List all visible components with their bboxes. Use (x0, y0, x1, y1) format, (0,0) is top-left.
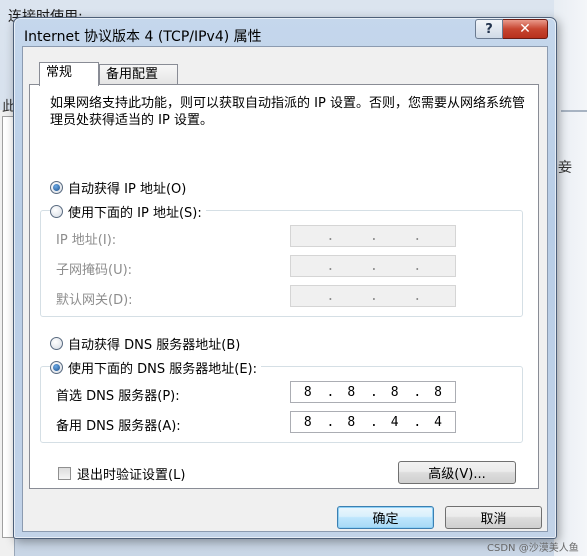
dialog-client: 常规 备用配置 如果网络支持此功能，则可以获取自动指派的 IP 设置。否则，您需… (22, 46, 548, 532)
background-right-divider (561, 110, 587, 112)
auto-ip-option[interactable]: 自动获得 IP 地址(O) (50, 178, 186, 197)
cancel-button[interactable]: 取消 (445, 506, 542, 529)
alternate-dns-seg-2: 8 (347, 414, 356, 430)
advanced-button[interactable]: 高级(V)... (398, 461, 516, 484)
general-tab-panel: 如果网络支持此功能，则可以获取自动指派的 IP 设置。否则，您需要从网络系统管理… (29, 84, 539, 489)
tab-alternate-config[interactable]: 备用配置 (99, 64, 178, 85)
background-right-text: 妾 (558, 160, 572, 176)
preferred-dns-seg-1: 8 (303, 384, 312, 400)
title-buttons: ? ✕ (475, 19, 548, 39)
manual-dns-option[interactable]: 使用下面的 DNS 服务器地址(E): (50, 358, 261, 377)
background-right-panel (554, 0, 587, 556)
ip-dot: . (369, 258, 378, 274)
alternate-dns-seg-1: 8 (303, 414, 312, 430)
help-button[interactable]: ? (475, 19, 503, 39)
help-icon: ? (485, 21, 493, 37)
ip-address-label: IP 地址(I): (56, 233, 117, 248)
manual-dns-label: 使用下面的 DNS 服务器地址(E): (68, 362, 257, 377)
auto-ip-radio[interactable] (50, 181, 63, 194)
alternate-dns-input[interactable]: 8. 8. 4. 4 (290, 411, 456, 433)
tab-alternate-config-label: 备用配置 (106, 67, 159, 82)
cancel-button-label: 取消 (480, 512, 507, 527)
watermark: CSDN @沙漠美人鱼 (487, 543, 579, 554)
ip-dot: . (369, 288, 378, 304)
ip-dot: . (413, 258, 422, 274)
default-gateway-label: 默认网关(D): (56, 293, 133, 308)
preferred-dns-seg-2: 8 (347, 384, 356, 400)
ip-dot: . (413, 228, 422, 244)
subnet-mask-input[interactable]: . . . (290, 255, 456, 277)
ip-dot: . (326, 384, 335, 400)
auto-dns-radio[interactable] (50, 337, 63, 350)
subnet-mask-label: 子网掩码(U): (56, 263, 133, 278)
validate-on-exit-option[interactable]: 退出时验证设置(L) (58, 464, 185, 483)
ip-dot: . (413, 414, 422, 430)
auto-dns-label: 自动获得 DNS 服务器地址(B) (68, 338, 241, 353)
ok-button-label: 确定 (372, 512, 399, 527)
ip-dot: . (326, 288, 335, 304)
manual-ip-label: 使用下面的 IP 地址(S): (68, 206, 202, 221)
ip-dot: . (369, 414, 378, 430)
manual-dns-radio[interactable] (50, 361, 63, 374)
manual-ip-option[interactable]: 使用下面的 IP 地址(S): (50, 202, 206, 221)
ip-address-input[interactable]: . . . (290, 225, 456, 247)
auto-ip-label: 自动获得 IP 地址(O) (68, 182, 187, 197)
tcpip-properties-dialog: Internet 协议版本 4 (TCP/IPv4) 属性 ? ✕ 常规 备用配… (13, 17, 557, 539)
close-button[interactable]: ✕ (503, 19, 548, 39)
preferred-dns-seg-3: 8 (390, 384, 399, 400)
preferred-dns-label: 首选 DNS 服务器(P): (56, 389, 180, 404)
tab-general-label: 常规 (46, 65, 73, 80)
ok-button[interactable]: 确定 (337, 506, 434, 529)
default-gateway-input[interactable]: . . . (290, 285, 456, 307)
advanced-button-label: 高级(V)... (428, 467, 486, 482)
close-icon: ✕ (519, 21, 531, 37)
dialog-title: Internet 协议版本 4 (TCP/IPv4) 属性 (24, 29, 262, 45)
description-text: 如果网络支持此功能，则可以获取自动指派的 IP 设置。否则，您需要从网络系统管理… (50, 96, 525, 128)
alternate-dns-seg-4: 4 (434, 414, 442, 430)
ip-dot: . (326, 228, 335, 244)
ip-dot: . (413, 384, 422, 400)
ip-dot: . (326, 258, 335, 274)
auto-dns-option[interactable]: 自动获得 DNS 服务器地址(B) (50, 334, 240, 353)
ip-dot: . (413, 288, 422, 304)
alternate-dns-seg-3: 4 (390, 414, 399, 430)
validate-on-exit-checkbox[interactable] (58, 467, 71, 480)
alternate-dns-label: 备用 DNS 服务器(A): (56, 419, 181, 434)
validate-on-exit-label: 退出时验证设置(L) (77, 468, 186, 483)
preferred-dns-seg-4: 8 (434, 384, 442, 400)
tab-general[interactable]: 常规 (39, 62, 99, 86)
preferred-dns-input[interactable]: 8. 8. 8. 8 (290, 381, 456, 403)
ip-dot: . (369, 228, 378, 244)
ip-dot: . (326, 414, 335, 430)
manual-ip-radio[interactable] (50, 205, 63, 218)
ip-dot: . (369, 384, 378, 400)
